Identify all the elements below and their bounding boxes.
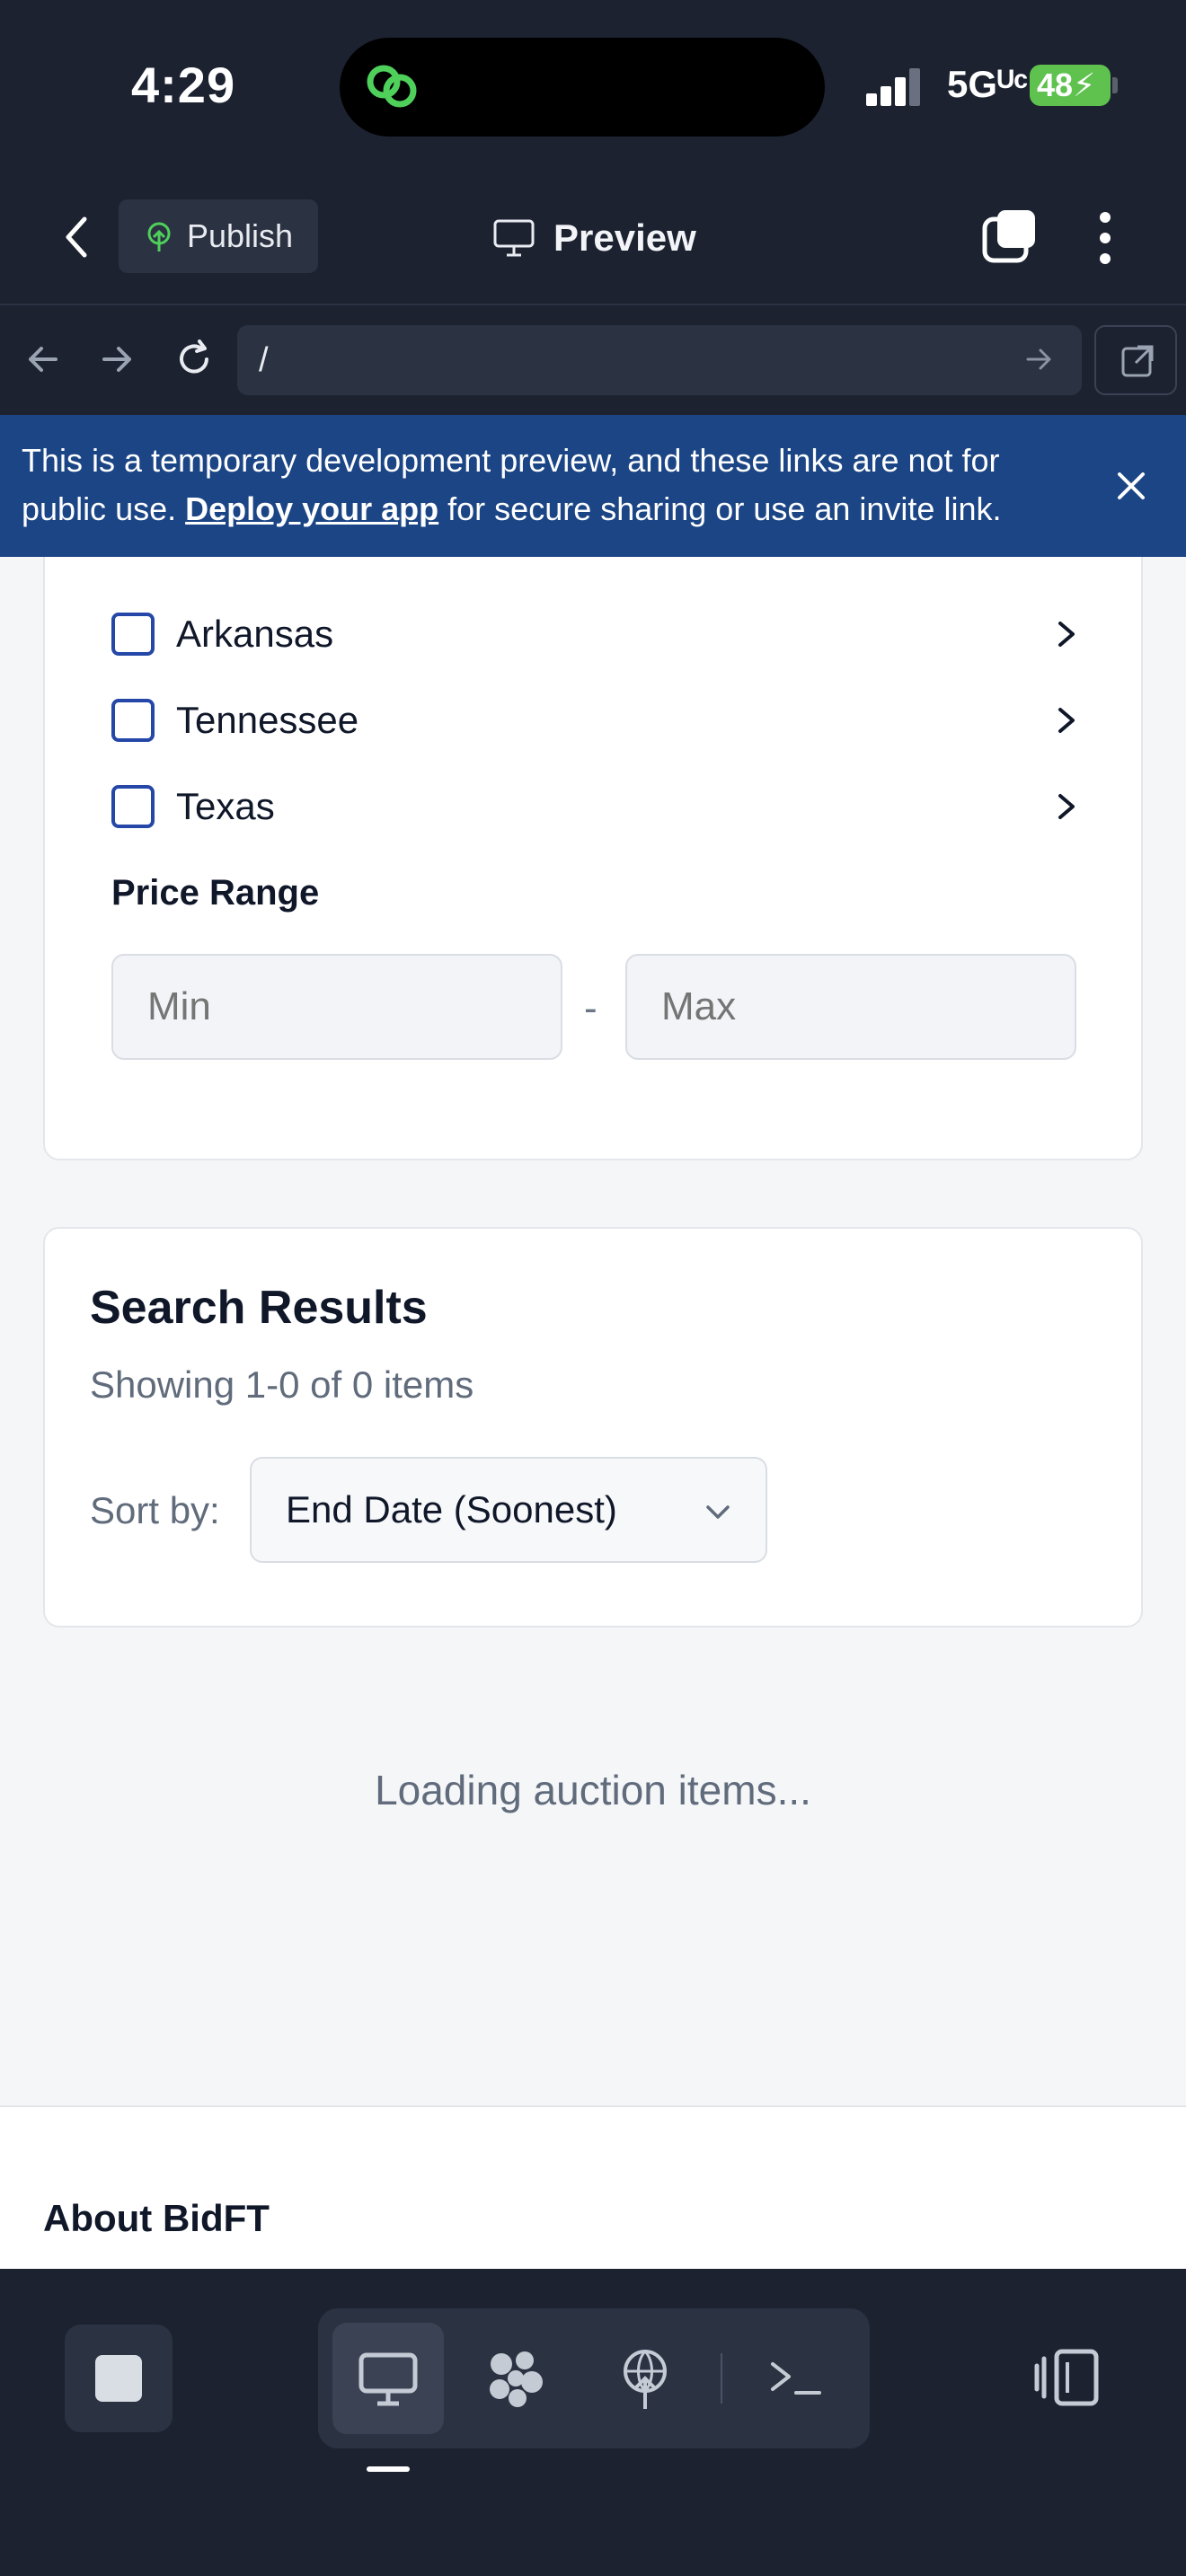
app-header: Publish Preview xyxy=(0,171,1186,305)
sort-label: Sort by: xyxy=(90,1489,220,1531)
more-vertical-icon[interactable] xyxy=(1087,208,1123,268)
max-price-input[interactable] xyxy=(625,954,1076,1060)
stop-button[interactable] xyxy=(65,2325,173,2432)
external-link-icon xyxy=(1121,345,1154,377)
link-app-icon xyxy=(367,65,417,108)
state-filter-row[interactable]: Arkansas xyxy=(111,598,1109,670)
chevron-right-icon[interactable] xyxy=(1048,789,1084,825)
tabs-icon[interactable] xyxy=(979,207,1042,269)
chevron-right-icon[interactable] xyxy=(1048,702,1084,738)
monitor-icon xyxy=(358,2352,418,2406)
battery-icon: 48⚡ xyxy=(1030,65,1111,106)
deploy-app-link[interactable]: Deploy your app xyxy=(185,490,438,527)
battery-level: 48 xyxy=(1037,66,1074,103)
panel-icon[interactable] xyxy=(1033,2344,1102,2413)
state-checkbox[interactable] xyxy=(111,613,155,656)
terminal-icon xyxy=(771,2362,821,2395)
filter-card: Arkansas Tennessee Texas Price Range - xyxy=(43,557,1143,1160)
page-content: Arkansas Tennessee Texas Price Range - S… xyxy=(0,557,1186,2269)
refresh-icon[interactable] xyxy=(171,336,217,383)
chevron-down-icon xyxy=(706,1505,730,1519)
footer-title: About BidFT xyxy=(43,2197,270,2239)
state-filter-row[interactable]: Texas xyxy=(111,771,1109,842)
state-checkbox[interactable] xyxy=(111,699,155,742)
search-results-card: Search Results Showing 1-0 of 0 items So… xyxy=(43,1227,1143,1628)
network-type: 5Gᵁᶜ xyxy=(947,63,1029,105)
sort-select[interactable]: End Date (Soonest) xyxy=(250,1457,767,1563)
browser-toolbar: / xyxy=(0,305,1186,415)
tool-group xyxy=(318,2308,870,2448)
price-range-label: Price Range xyxy=(111,873,320,913)
chevron-right-icon[interactable] xyxy=(1048,616,1084,652)
publish-icon xyxy=(147,222,171,251)
state-filter-row[interactable]: Tennessee xyxy=(111,684,1109,756)
terminal-tool-button[interactable] xyxy=(740,2323,852,2434)
signal-icon xyxy=(866,66,920,106)
arrow-left-icon[interactable] xyxy=(20,336,66,383)
close-icon[interactable] xyxy=(1111,465,1152,507)
banner-text-after: for secure sharing or use an invite link… xyxy=(438,490,1002,527)
footer: About BidFT xyxy=(0,2105,1186,2269)
results-title: Search Results xyxy=(90,1282,428,1334)
deploy-tool-button[interactable] xyxy=(589,2323,701,2434)
price-separator: - xyxy=(584,986,597,1030)
status-bar: 4:29 5Gᵁᶜ 48⚡ xyxy=(0,0,1186,171)
battery-tip xyxy=(1112,77,1118,93)
arrow-right-icon[interactable] xyxy=(93,336,140,383)
publish-button[interactable]: Publish xyxy=(119,199,318,273)
state-checkbox[interactable] xyxy=(111,785,155,828)
url-text: / xyxy=(259,341,269,379)
results-summary: Showing 1-0 of 0 items xyxy=(90,1363,474,1406)
deploy-icon xyxy=(624,2350,667,2409)
preview-label: Preview xyxy=(553,216,696,259)
stop-icon xyxy=(95,2355,142,2402)
sort-value: End Date (Soonest) xyxy=(286,1488,617,1531)
bottom-toolbar xyxy=(0,2269,1186,2576)
status-time: 4:29 xyxy=(131,57,236,113)
state-label: Arkansas xyxy=(176,613,334,655)
min-price-input[interactable] xyxy=(111,954,562,1060)
monitor-icon xyxy=(493,219,535,257)
dev-preview-banner: This is a temporary development preview,… xyxy=(0,415,1186,557)
arrow-right-icon[interactable] xyxy=(1021,341,1057,377)
tool-divider xyxy=(721,2353,722,2404)
active-tab-indicator xyxy=(367,2466,410,2472)
agent-icon xyxy=(490,2351,543,2407)
agent-tool-button[interactable] xyxy=(460,2323,571,2434)
publish-label: Publish xyxy=(187,217,294,254)
url-input[interactable]: / xyxy=(237,325,1082,395)
state-label: Tennessee xyxy=(176,699,359,741)
chevron-left-icon[interactable] xyxy=(54,210,101,264)
preview-title: Preview xyxy=(492,208,696,268)
open-external-button[interactable] xyxy=(1094,325,1177,395)
state-label: Texas xyxy=(176,785,275,827)
preview-tool-button[interactable] xyxy=(332,2323,444,2434)
loading-message: Loading auction items... xyxy=(375,1767,811,1813)
